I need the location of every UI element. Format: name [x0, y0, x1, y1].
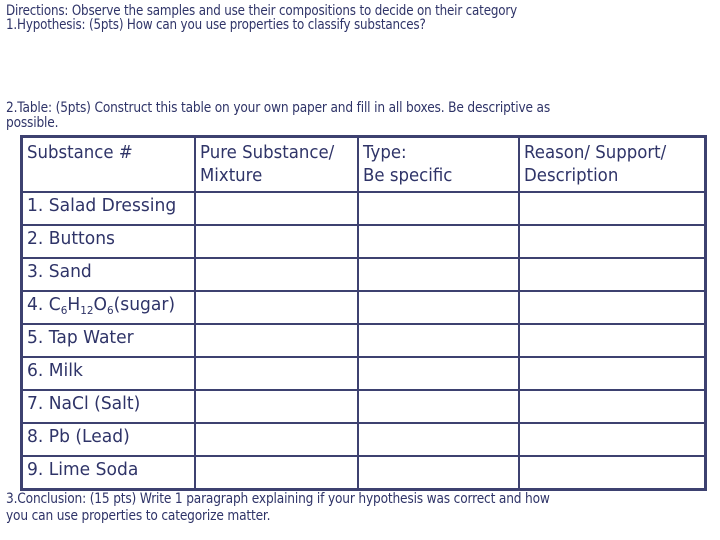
- type-cell[interactable]: [356, 191, 520, 226]
- substance-cell: 8. Pb (Lead): [20, 422, 196, 457]
- substance-cell: 9. Lime Soda: [20, 455, 196, 491]
- substance-label: 9. Lime Soda: [27, 459, 139, 480]
- substance-label: 6. Milk: [27, 360, 83, 381]
- type-cell[interactable]: [356, 323, 520, 358]
- substance-cell: 2. Buttons: [20, 224, 196, 259]
- pure-mixture-cell[interactable]: [193, 224, 359, 259]
- pure-mixture-cell[interactable]: [193, 290, 359, 325]
- pure-mixture-cell[interactable]: [193, 422, 359, 457]
- pure-mixture-cell[interactable]: [193, 356, 359, 391]
- pure-mixture-cell[interactable]: [193, 455, 359, 491]
- hypothesis-prompt: 1.Hypothesis: (5pts) How can you use pro…: [6, 17, 426, 33]
- table-header-row: Substance # Pure Substance/Mixture Type:…: [20, 135, 707, 193]
- substance-cell: 4. C6H12O6(sugar): [20, 290, 196, 325]
- table-row: 1. Salad Dressing: [20, 191, 707, 226]
- type-cell[interactable]: [356, 389, 520, 424]
- reason-cell[interactable]: [517, 389, 707, 424]
- pure-mixture-cell[interactable]: [193, 257, 359, 292]
- formula-subscript-h: 12: [80, 304, 94, 317]
- table-row: 8. Pb (Lead): [20, 422, 707, 457]
- substance-label-sugar-formula: 4. C6H12O6(sugar): [27, 293, 175, 316]
- reason-cell[interactable]: [517, 224, 707, 259]
- substance-cell: 1. Salad Dressing: [20, 191, 196, 226]
- formula-h: H: [67, 294, 81, 315]
- header-type-line-2: Be specific: [362, 165, 452, 186]
- type-cell[interactable]: [356, 356, 520, 391]
- header-type-line-1: Type:: [362, 142, 407, 163]
- conclusion-line-1: 3.Conclusion: (15 pts) Write 1 paragraph…: [6, 491, 550, 507]
- table-instructions-line-2: possible.: [6, 115, 59, 131]
- substance-label: 3. Sand: [27, 261, 92, 282]
- pure-mixture-cell[interactable]: [193, 191, 359, 226]
- substance-label: 8. Pb (Lead): [27, 426, 130, 447]
- type-cell[interactable]: [356, 290, 520, 325]
- header-substance: Substance #: [20, 135, 196, 193]
- header-pure-mixture-line-1: Pure Substance/: [199, 142, 334, 163]
- classification-table: Substance # Pure Substance/Mixture Type:…: [20, 135, 707, 491]
- table-row: 3. Sand: [20, 257, 707, 292]
- substance-cell: 7. NaCl (Salt): [20, 389, 196, 424]
- table-row: 5. Tap Water: [20, 323, 707, 358]
- reason-cell[interactable]: [517, 191, 707, 226]
- header-pure-mixture-line-2: Mixture: [199, 165, 262, 186]
- header-pure-mixture: Pure Substance/Mixture: [193, 135, 359, 193]
- type-cell[interactable]: [356, 257, 520, 292]
- header-reason-line-2: Description: [523, 165, 618, 186]
- header-type: Type: Be specific: [356, 135, 520, 193]
- substance-cell: 6. Milk: [20, 356, 196, 391]
- substance-label: 2. Buttons: [27, 228, 115, 249]
- substance-cell: 5. Tap Water: [20, 323, 196, 358]
- conclusion-line-2: you can use properties to categorize mat…: [6, 508, 271, 524]
- header-reason: Reason/ Support/Description: [517, 135, 707, 193]
- reason-cell[interactable]: [517, 356, 707, 391]
- formula-o: O: [93, 294, 107, 315]
- table-instructions-line-1: 2.Table: (5pts) Construct this table on …: [6, 100, 551, 116]
- substance-label: 5. Tap Water: [27, 327, 134, 348]
- formula-suffix: (sugar): [113, 294, 176, 315]
- formula-prefix: 4. C: [27, 294, 61, 315]
- reason-cell[interactable]: [517, 290, 707, 325]
- reason-cell[interactable]: [517, 323, 707, 358]
- reason-cell[interactable]: [517, 455, 707, 491]
- substance-label: 7. NaCl (Salt): [27, 393, 141, 414]
- type-cell[interactable]: [356, 422, 520, 457]
- type-cell[interactable]: [356, 224, 520, 259]
- table-row: 4. C6H12O6(sugar): [20, 290, 707, 325]
- type-cell[interactable]: [356, 455, 520, 491]
- table-row: 6. Milk: [20, 356, 707, 391]
- substance-label: 1. Salad Dressing: [27, 195, 177, 216]
- pure-mixture-cell[interactable]: [193, 323, 359, 358]
- reason-cell[interactable]: [517, 257, 707, 292]
- substance-cell: 3. Sand: [20, 257, 196, 292]
- header-substance-label: Substance #: [27, 142, 133, 163]
- pure-mixture-cell[interactable]: [193, 389, 359, 424]
- table-row: 2. Buttons: [20, 224, 707, 259]
- table-row: 7. NaCl (Salt): [20, 389, 707, 424]
- header-reason-line-1: Reason/ Support/: [523, 142, 666, 163]
- reason-cell[interactable]: [517, 422, 707, 457]
- table-row: 9. Lime Soda: [20, 455, 707, 491]
